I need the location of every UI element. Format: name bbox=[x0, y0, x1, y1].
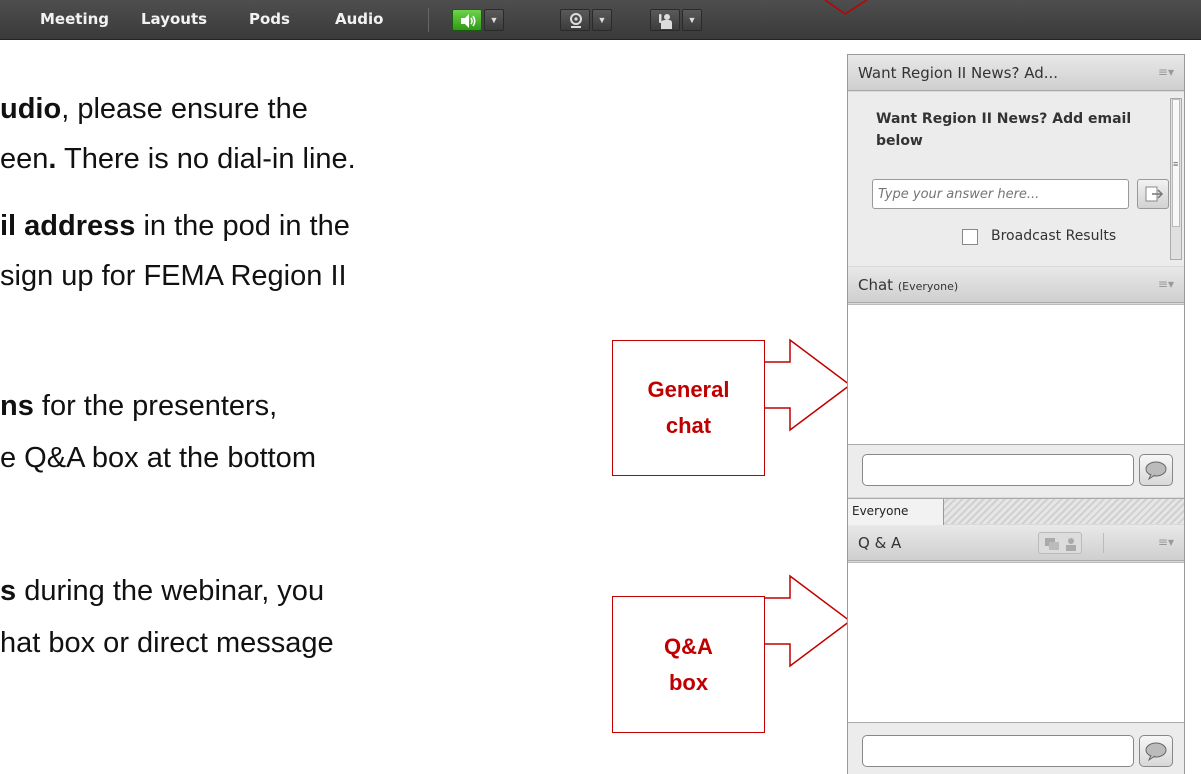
qa-view-toggle[interactable] bbox=[1038, 532, 1082, 554]
qa-input-bar bbox=[848, 722, 1184, 774]
chevron-down-icon: ▼ bbox=[687, 15, 697, 25]
chat-pod-header: Chat (Everyone) ≡▾ bbox=[848, 267, 1184, 303]
chat-pod-title: Chat (Everyone) bbox=[858, 276, 958, 294]
poll-scrollbar[interactable]: ≡ bbox=[1170, 98, 1182, 260]
webcam-icon bbox=[570, 13, 582, 28]
chat-input[interactable] bbox=[862, 454, 1134, 486]
menu-audio[interactable]: Audio bbox=[335, 10, 383, 28]
camera-button[interactable] bbox=[560, 9, 590, 31]
general-chat-callout: General chat bbox=[612, 340, 765, 476]
qa-input[interactable] bbox=[862, 735, 1134, 767]
qa-pod-header: Q & A ≡▾ bbox=[848, 525, 1184, 561]
slide-line-bold: il address bbox=[0, 210, 136, 242]
slide-line-text: een bbox=[0, 143, 49, 175]
raise-hand-icon bbox=[659, 14, 672, 29]
qa-arrow bbox=[752, 574, 850, 668]
chevron-down-icon: ▼ bbox=[597, 15, 607, 25]
slide-line-text: in the pod in the bbox=[135, 210, 350, 242]
poll-pod-body: Want Region II News? Add email below Bro… bbox=[848, 92, 1184, 266]
slide-line-text: , please ensure the bbox=[61, 93, 308, 125]
grip-icon: ≡ bbox=[1173, 159, 1179, 169]
qa-view-icons bbox=[1045, 538, 1076, 551]
chat-tab-strip: Everyone bbox=[848, 498, 1184, 525]
slide-line-text: hat box or direct message bbox=[0, 627, 334, 659]
slide-line: sign up for FEMA Region II bbox=[0, 260, 347, 293]
tab-everyone[interactable]: Everyone bbox=[848, 499, 944, 525]
menu-meeting[interactable]: Meeting bbox=[40, 10, 109, 28]
slide-line-text: during the webinar, you bbox=[16, 575, 325, 607]
speech-bubble-icon bbox=[1145, 742, 1167, 762]
pod-options-icon[interactable]: ≡▾ bbox=[1158, 535, 1174, 549]
header-divider bbox=[1103, 533, 1104, 553]
status-button[interactable] bbox=[650, 9, 680, 31]
slide-line-text: for the presenters, bbox=[33, 390, 278, 422]
qa-send-button[interactable] bbox=[1139, 735, 1173, 767]
submit-icon bbox=[1145, 186, 1164, 202]
general-chat-callout-text: General chat bbox=[647, 377, 730, 438]
pods-panel: Want Region II News? Ad... ≡▾ Want Regio… bbox=[847, 54, 1185, 774]
qa-callout-text: Q&A box bbox=[664, 633, 713, 695]
slide-line-bold: ns bbox=[0, 390, 34, 422]
slide-line-text: e Q&A box at the bottom bbox=[0, 442, 316, 474]
poll-submit-button[interactable] bbox=[1137, 179, 1169, 209]
slide-line: il address in the pod in the bbox=[0, 210, 350, 243]
poll-question: Want Region II News? Add email below bbox=[876, 111, 1132, 149]
slide-line: udio, please ensure the bbox=[0, 93, 308, 126]
slide-line-bold: s bbox=[0, 575, 17, 607]
slide-line-bold: udio bbox=[0, 93, 62, 125]
slide-line-text: sign up for FEMA Region II bbox=[0, 260, 347, 292]
slide-line: hat box or direct message bbox=[0, 627, 334, 660]
menu-layouts[interactable]: Layouts bbox=[141, 10, 207, 28]
slide-line: e Q&A box at the bottom bbox=[0, 442, 316, 475]
speaker-dropdown[interactable]: ▼ bbox=[484, 9, 504, 31]
poll-pod-title: Want Region II News? Ad... bbox=[858, 64, 1059, 82]
qa-messages-area bbox=[848, 562, 1184, 722]
camera-dropdown[interactable]: ▼ bbox=[592, 9, 612, 31]
poll-answer-input[interactable] bbox=[872, 179, 1129, 209]
speaker-icon bbox=[461, 14, 476, 28]
chevron-down-icon: ▼ bbox=[489, 15, 499, 25]
slide-line: ns for the presenters, bbox=[0, 390, 277, 423]
slide-line-text: There is no dial-in line. bbox=[56, 143, 356, 175]
qa-pod-title: Q & A bbox=[858, 534, 902, 552]
speech-bubble-icon bbox=[1145, 461, 1167, 481]
speaker-button[interactable] bbox=[452, 9, 482, 31]
chat-input-bar bbox=[848, 444, 1184, 497]
pod-options-icon[interactable]: ≡▾ bbox=[1158, 65, 1174, 79]
slide-line: een. There is no dial-in line. bbox=[0, 143, 356, 176]
broadcast-checkbox[interactable] bbox=[962, 229, 978, 245]
slide-line: s during the webinar, you bbox=[0, 575, 324, 608]
chat-title-text: Chat bbox=[858, 276, 894, 294]
chat-messages-area bbox=[848, 304, 1184, 444]
cropped-arrow-marker bbox=[824, 0, 868, 15]
pod-options-icon[interactable]: ≡▾ bbox=[1158, 277, 1174, 291]
menubar-divider bbox=[428, 8, 429, 32]
menu-pods[interactable]: Pods bbox=[249, 10, 290, 28]
poll-pod-header: Want Region II News? Ad... ≡▾ bbox=[848, 55, 1184, 91]
chat-send-button[interactable] bbox=[1139, 454, 1173, 486]
broadcast-label: Broadcast Results bbox=[991, 228, 1117, 244]
menubar: Meeting Layouts Pods Audio ▼ ▼ ▼ bbox=[0, 0, 1201, 40]
status-dropdown[interactable]: ▼ bbox=[682, 9, 702, 31]
qa-callout: Q&A box bbox=[612, 596, 765, 733]
chat-scope-label: (Everyone) bbox=[897, 280, 959, 293]
general-chat-arrow bbox=[752, 338, 850, 432]
